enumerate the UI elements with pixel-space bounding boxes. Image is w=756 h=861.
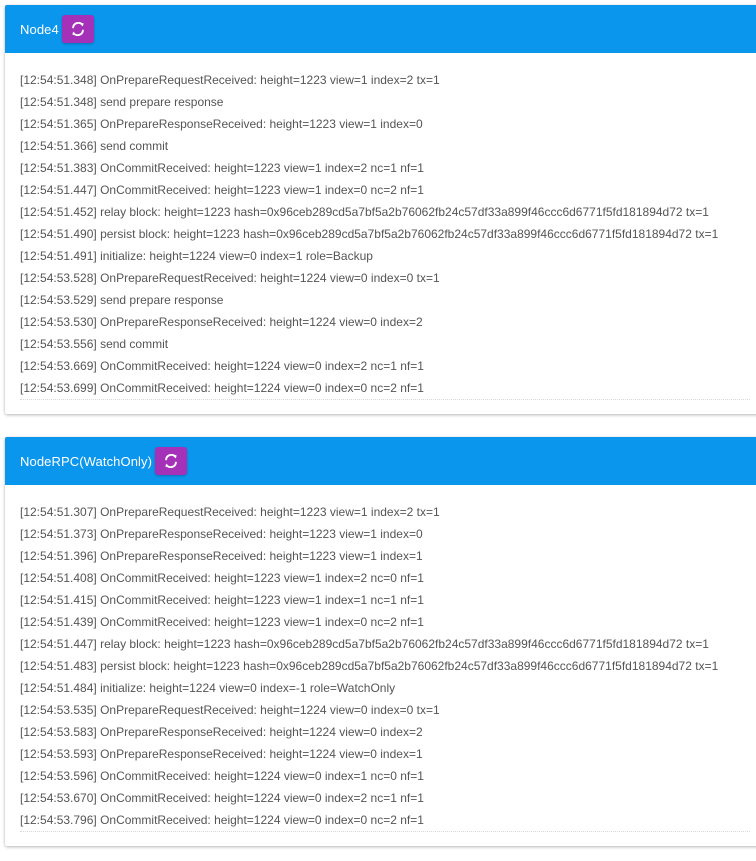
log-line: [12:54:51.348] send prepare response: [20, 95, 224, 109]
node-panel-node4: Node4 [12:54:51.348] OnPrepareRequestRec…: [5, 5, 756, 414]
log-line: [12:54:51.484] initialize: height=1224 v…: [20, 681, 396, 695]
log-line: [12:54:53.528] OnPrepareRequestReceived:…: [20, 271, 440, 285]
log-line: [12:54:51.483] persist block: height=122…: [20, 659, 719, 673]
panel-title: Node4: [20, 21, 59, 37]
panel-body: [12:54:51.307] OnPrepareRequestReceived:…: [5, 485, 756, 832]
log-line: [12:54:51.396] OnPrepareResponseReceived…: [20, 549, 423, 563]
log-line: [12:54:53.593] OnPrepareResponseReceived…: [20, 747, 423, 761]
panel-header: NodeRPC(WatchOnly): [5, 437, 756, 485]
log-line: [12:54:51.408] OnCommitReceived: height=…: [20, 571, 424, 585]
log-line: [12:54:51.373] OnPrepareResponseReceived…: [20, 527, 423, 541]
log-line: [12:54:51.447] OnCommitReceived: height=…: [20, 183, 424, 197]
log-line: [12:54:51.447] relay block: height=1223 …: [20, 637, 709, 651]
panel-header: Node4: [5, 5, 756, 53]
refresh-icon: [71, 22, 84, 36]
log-line: [12:54:53.670] OnCommitReceived: height=…: [20, 791, 424, 805]
panel-title: NodeRPC(WatchOnly): [20, 453, 153, 469]
log-line: [12:54:51.490] persist block: height=122…: [20, 227, 719, 241]
refresh-icon: [165, 454, 177, 468]
log-line: [12:54:51.452] relay block: height=1223 …: [20, 205, 709, 219]
log-line: [12:54:53.530] OnPrepareResponseReceived…: [20, 315, 423, 329]
log-line: [12:54:51.491] initialize: height=1224 v…: [20, 249, 373, 263]
log-line: [12:54:51.307] OnPrepareRequestReceived:…: [20, 505, 440, 519]
log-line: [12:54:53.556] send commit: [20, 337, 169, 351]
panel-body: [12:54:51.348] OnPrepareRequestReceived:…: [5, 53, 756, 400]
log-line: [12:54:51.415] OnCommitReceived: height=…: [20, 593, 424, 607]
log-line: [12:54:53.529] send prepare response: [20, 293, 224, 307]
log-line: [12:54:53.535] OnPrepareRequestReceived:…: [20, 703, 440, 717]
log-line: [12:54:51.366] send commit: [20, 139, 169, 153]
log-line: [12:54:53.796] OnCommitReceived: height=…: [20, 813, 424, 827]
log-line: [12:54:51.348] OnPrepareRequestReceived:…: [20, 73, 440, 87]
log-list[interactable]: [12:54:51.307] OnPrepareRequestReceived:…: [20, 501, 750, 832]
log-line: [12:54:51.365] OnPrepareResponseReceived…: [20, 117, 423, 131]
log-line: [12:54:53.583] OnPrepareResponseReceived…: [20, 725, 423, 739]
node-panel-noderpc: NodeRPC(WatchOnly) [12:54:51.307] OnPrep…: [5, 437, 756, 846]
log-line: [12:54:53.596] OnCommitReceived: height=…: [20, 769, 424, 783]
refresh-button[interactable]: [61, 15, 94, 43]
log-line: [12:54:51.439] OnCommitReceived: height=…: [20, 615, 424, 629]
log-list[interactable]: [12:54:51.348] OnPrepareRequestReceived:…: [20, 69, 750, 400]
refresh-button[interactable]: [155, 447, 188, 475]
log-line: [12:54:51.383] OnCommitReceived: height=…: [20, 161, 424, 175]
log-line: [12:54:53.669] OnCommitReceived: height=…: [20, 359, 424, 373]
log-line: [12:54:53.699] OnCommitReceived: height=…: [20, 381, 424, 395]
